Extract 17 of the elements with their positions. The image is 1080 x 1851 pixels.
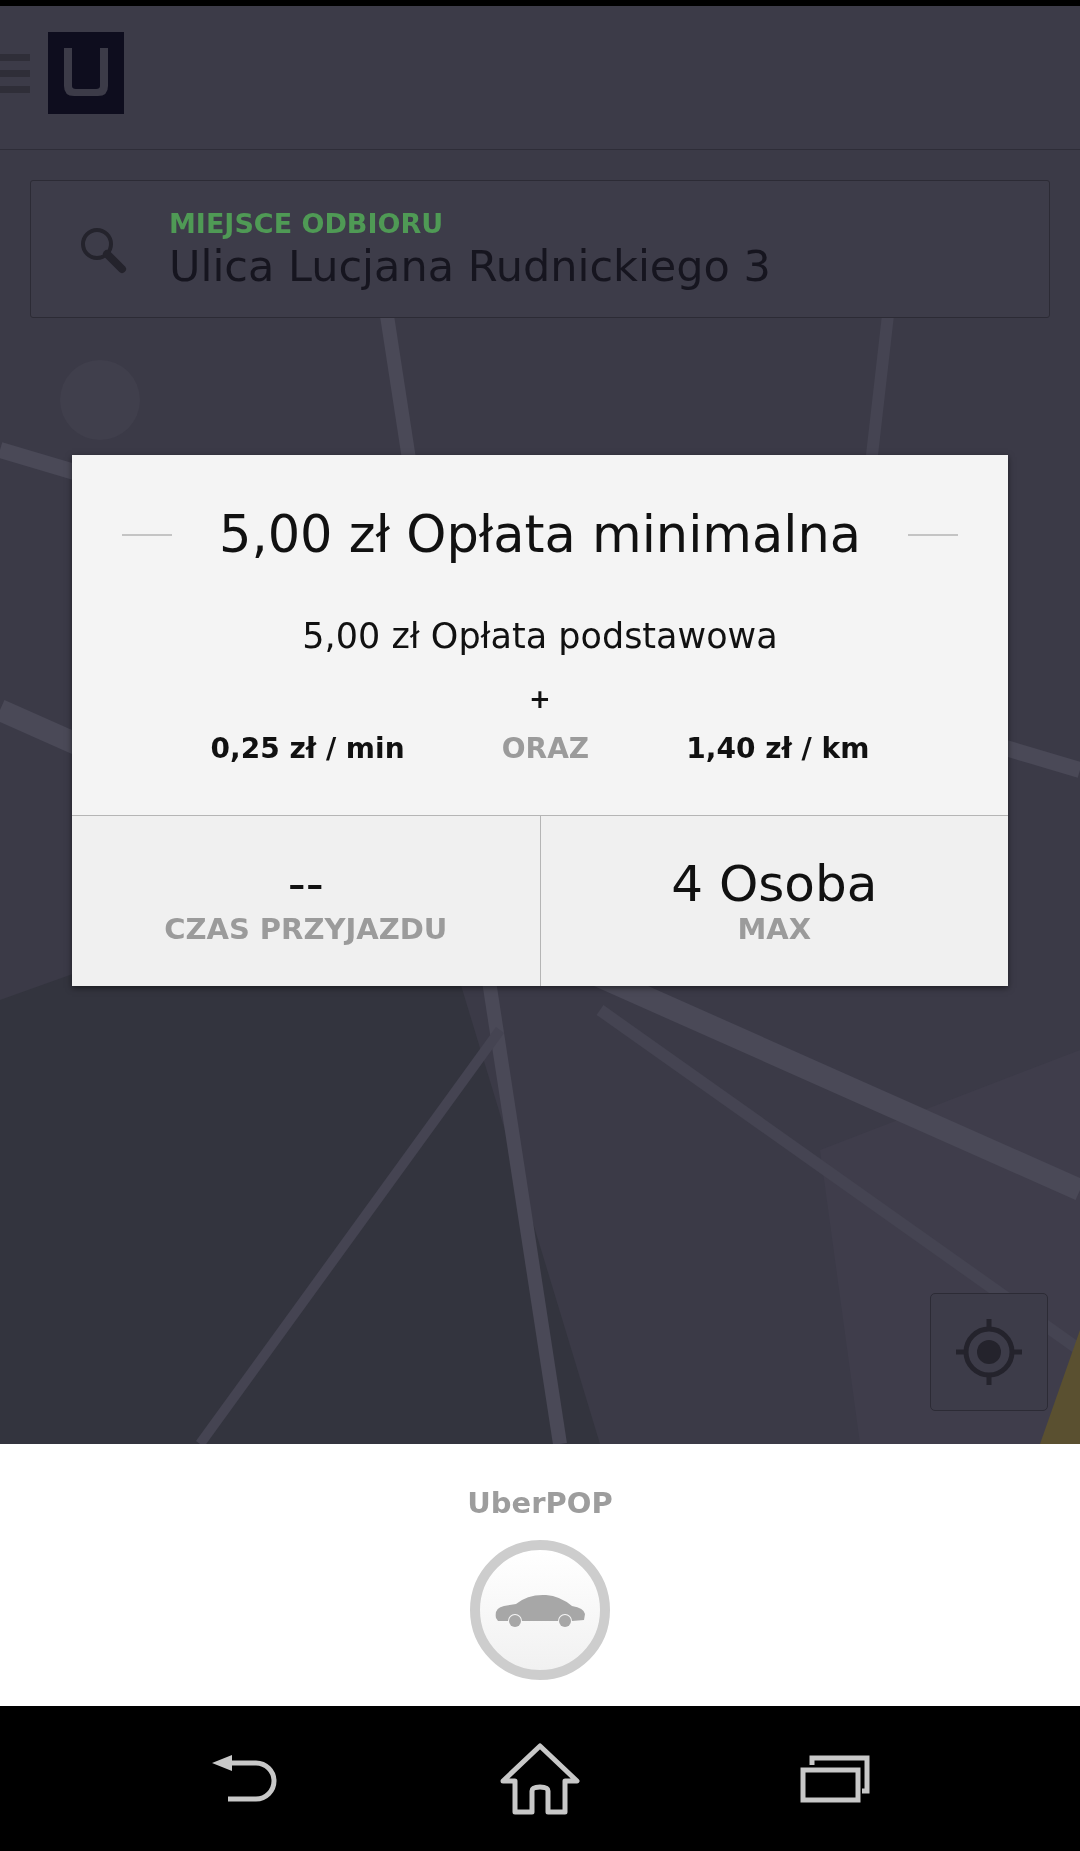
home-icon[interactable]: [500, 1742, 580, 1815]
logo-icon: [48, 31, 124, 114]
stat-value: --: [287, 856, 324, 912]
stat-label: MAX: [737, 911, 812, 946]
recent-apps-icon[interactable]: [800, 1754, 870, 1803]
minimum-fare-title: 5,00 zł Opłata minimalna: [219, 505, 861, 564]
connector-word: ORAZ: [501, 732, 590, 765]
car-icon: [494, 1592, 586, 1628]
rate-text: 1,40 zł / km: [686, 732, 870, 765]
field-label: MIEJSCE ODBIORU: [169, 207, 445, 239]
vehicle-name: UberPOP: [467, 1486, 613, 1520]
plus-sign: +: [529, 684, 551, 714]
crosshair-icon: [954, 1317, 1024, 1387]
base-fare: 5,00 zł Opłata podstawowa: [302, 616, 778, 656]
rate-text: 0,25 zł / min: [210, 732, 405, 765]
stat-label: CZAS PRZYJAZDU: [164, 911, 448, 946]
stat-value: 4 Osoba: [671, 856, 878, 912]
